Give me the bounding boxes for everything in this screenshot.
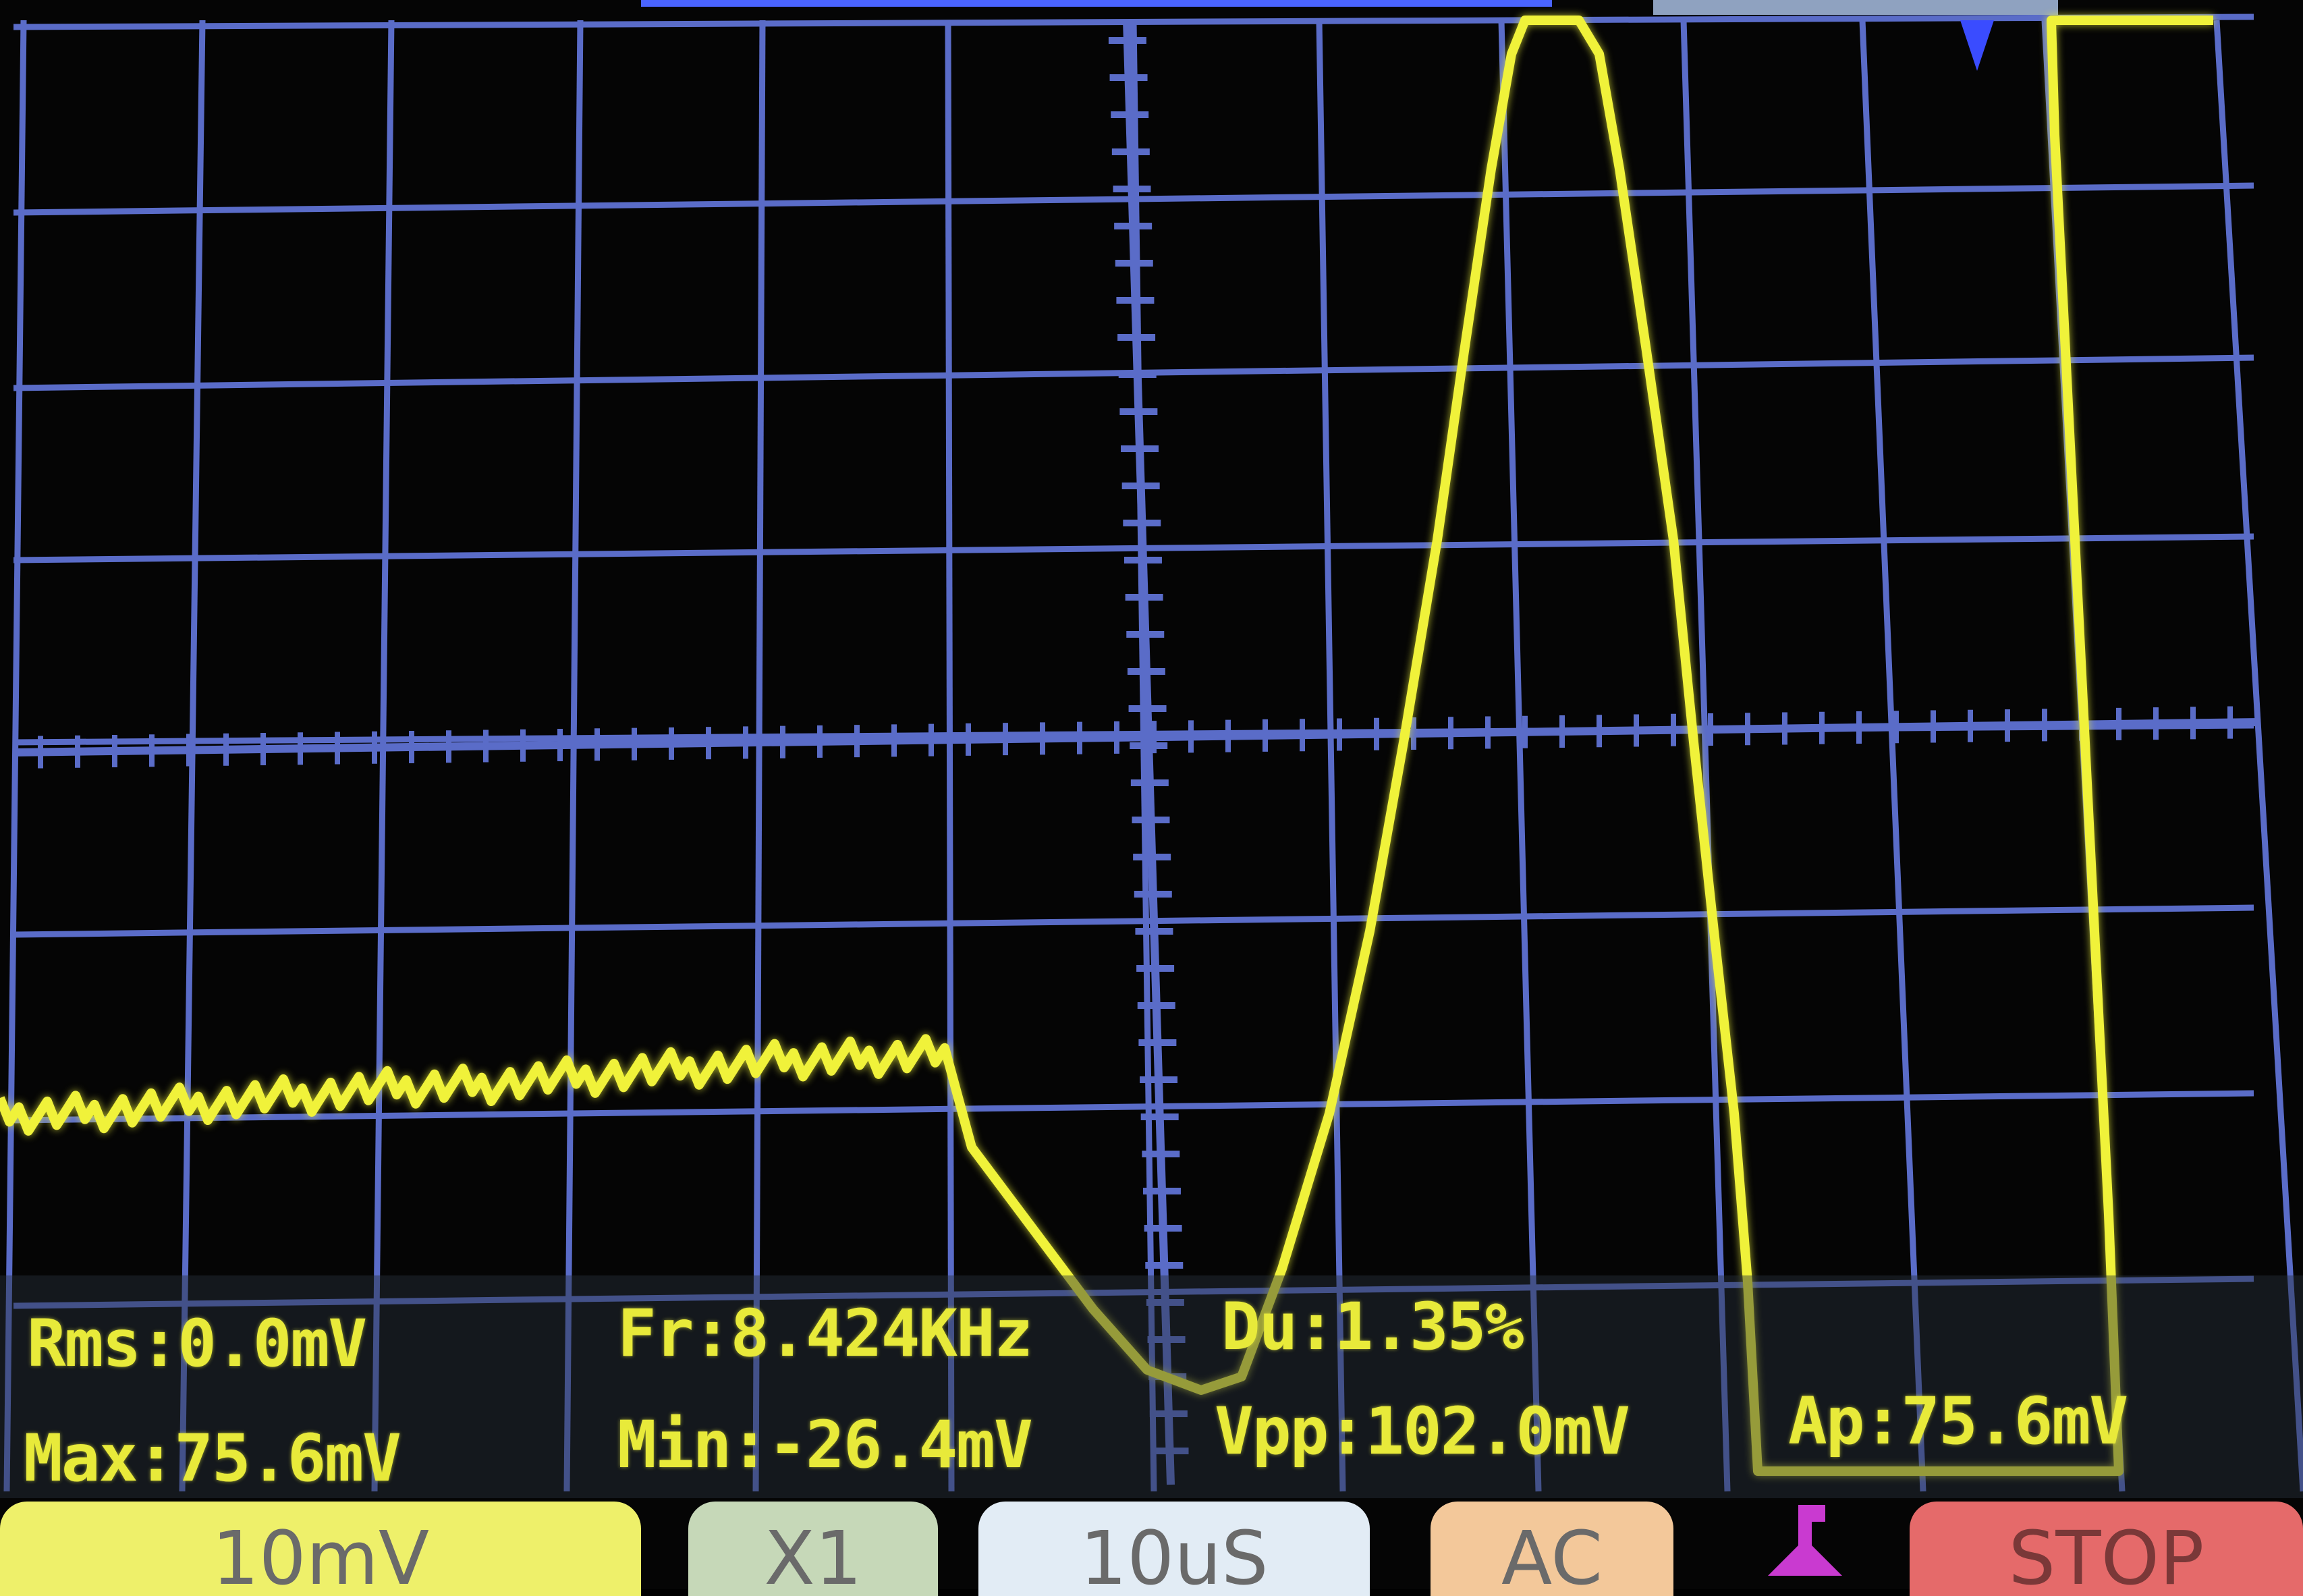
run-stop-label: STOP [2008, 1515, 2204, 1596]
trigger-edge-icon[interactable] [1761, 1495, 1849, 1589]
frequency-readout: Fr:8.424KHz [617, 1296, 1033, 1371]
time-per-div-button[interactable]: 10uS [978, 1502, 1370, 1596]
grid-horizontal-line [13, 533, 2254, 563]
volts-per-div-button[interactable]: 10mV [0, 1502, 641, 1596]
grid-vertical-line [179, 20, 206, 1492]
grid-horizontal-line [13, 904, 2254, 938]
amplitude-readout: Ap:75.6mV [1788, 1383, 2128, 1459]
grid-vertical-line [2213, 20, 2303, 1492]
duty-cycle-readout: Du:1.35% [1221, 1289, 1524, 1365]
grid-vertical-line [1680, 20, 1731, 1492]
top-position-bar [1653, 0, 2058, 15]
rms-readout: Rms:0.0mV [27, 1306, 367, 1381]
top-memory-bar [641, 0, 1552, 7]
grid-vertical-line [563, 20, 584, 1492]
coupling-button[interactable]: AC [1431, 1502, 1673, 1596]
max-readout: Max:75.6mV [24, 1421, 401, 1496]
probe-ratio-label: X1 [764, 1515, 862, 1596]
oscilloscope-screen: Rms:0.0mV Fr:8.424KHz Du:1.35% Max:75.6m… [0, 0, 2303, 1596]
volts-per-div-label: 10mV [211, 1515, 430, 1596]
grid-vertical-line [752, 20, 766, 1492]
grid-vertical-line [1498, 20, 1542, 1492]
min-readout: Min:-26.4mV [617, 1407, 1033, 1483]
grid-vertical-line [945, 20, 955, 1492]
grid-vertical-line [1316, 20, 1346, 1492]
time-per-div-label: 10uS [1080, 1515, 1269, 1596]
probe-ratio-button[interactable]: X1 [688, 1502, 938, 1596]
trigger-marker-icon [1960, 20, 1994, 71]
vpp-readout: Vpp:102.0mV [1215, 1394, 1630, 1469]
run-stop-button[interactable]: STOP [1910, 1502, 2303, 1596]
coupling-label: AC [1501, 1515, 1603, 1596]
grid-vertical-line [1859, 20, 1926, 1492]
